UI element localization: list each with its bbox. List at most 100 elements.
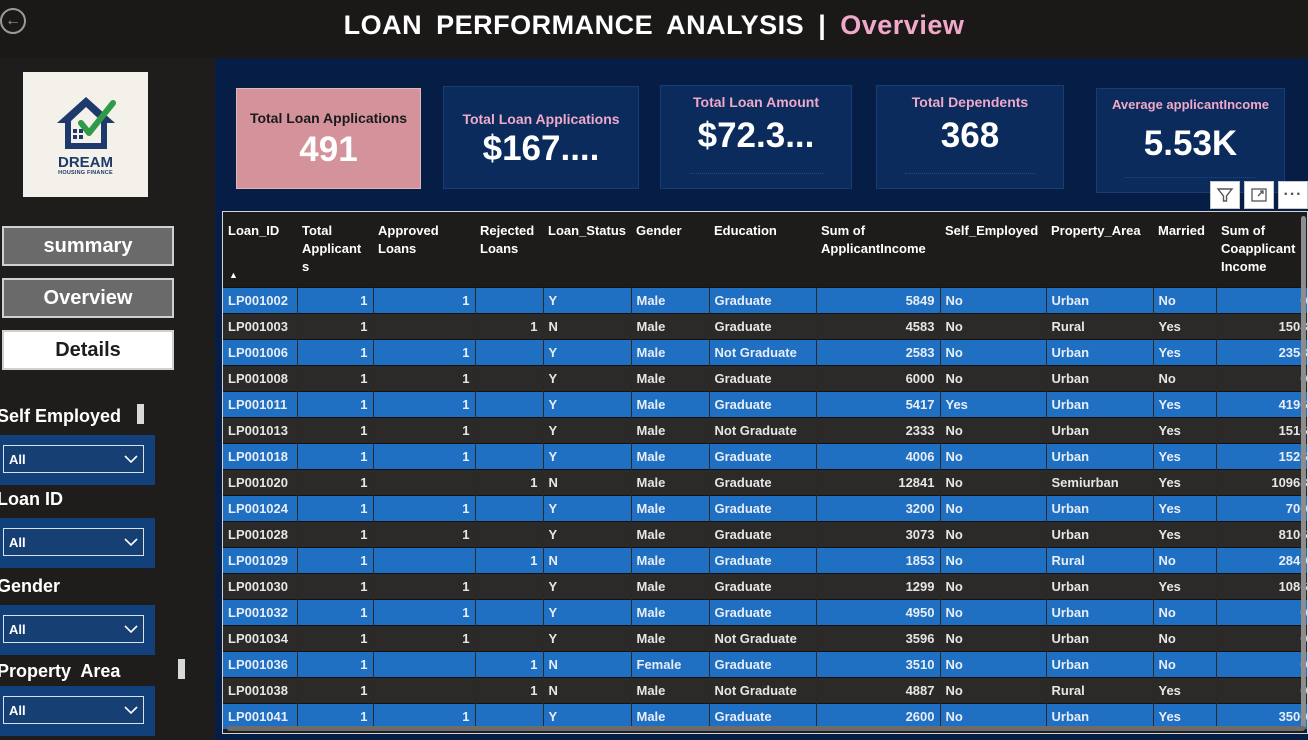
table-cell: 1 (373, 442, 476, 469)
column-header-rejected-loans[interactable]: Rejected Loans (475, 212, 543, 287)
chevron-down-icon (124, 455, 138, 464)
table-row[interactable]: LP00103611NFemaleGraduate3510NoUrbanNo0 (223, 650, 1307, 677)
table-row[interactable]: LP001028 1 1 Y Male Graduate 3073 No Urban Yes 810… (223, 520, 1307, 547)
column-header-applicant-income[interactable]: Sum of ApplicantIncome (816, 212, 940, 287)
table-cell: 1 (297, 624, 374, 651)
table-cell: Y (543, 286, 632, 313)
table-cell: Male (631, 546, 710, 573)
table-cell: LP001036 (223, 650, 298, 677)
table-cell: Yes (1153, 494, 1217, 521)
focus-mode-icon[interactable] (1244, 181, 1274, 209)
kpi-card-total-loan-amount[interactable]: Total Loan Amount $72.3... (660, 85, 852, 189)
table-cell: LP001024 (223, 494, 298, 521)
kpi-card-total-applications[interactable]: Total Loan Applications 491 (236, 88, 421, 189)
nav-overview-button[interactable]: Overview (2, 278, 174, 318)
table-cell: Semiurban (1046, 468, 1154, 495)
table-cell (475, 494, 544, 521)
property-area-dropdown[interactable]: All (3, 696, 144, 724)
table-cell: LP001030 (223, 572, 298, 599)
kpi-title: Total Loan Applications (462, 111, 620, 127)
details-table[interactable]: Loan_ID Total Applicant s Approved Loans… (222, 211, 1308, 734)
table-row[interactable]: LP001030 1 1 Y Male Graduate 1299 No Urban Yes 108… (223, 572, 1307, 599)
table-cell: Male (631, 364, 710, 391)
table-cell: 1 (373, 598, 476, 625)
kpi-footnote (689, 172, 823, 174)
table-cell: 12841 (816, 468, 941, 495)
column-header-gender[interactable]: Gender (631, 212, 709, 287)
loan-id-dropdown[interactable]: All (3, 528, 144, 556)
table-row[interactable]: LP001018 1 1 Y Male Graduate 4006 No Urban Yes 152… (223, 442, 1307, 469)
table-cell: Y (543, 624, 632, 651)
table-cell: 5417 (816, 390, 941, 417)
self-employed-value: All (9, 451, 26, 467)
table-cell: Urban (1046, 442, 1154, 469)
title-main: LOAN PERFORMANCE ANALYSIS | (343, 10, 827, 40)
column-header-education[interactable]: Education (709, 212, 816, 287)
column-header-loan-id[interactable]: Loan_ID (223, 212, 297, 287)
table-row[interactable]: LP001029 1 1 N Male Graduate 1853 No Rural No 2840 (223, 546, 1307, 573)
table-row[interactable]: LP001034 1 1 Y Male Not Graduate 3596 No Urban No… (223, 624, 1307, 651)
property-area-value: All (9, 702, 26, 718)
table-cell: 3596 (816, 624, 941, 651)
table-cell: Urban (1046, 494, 1154, 521)
self-employed-dropdown[interactable]: All (3, 445, 144, 473)
column-header-total-applicants[interactable]: Total Applicant s (297, 212, 373, 287)
table-cell: 1 (373, 572, 476, 599)
table-cell: No (940, 338, 1047, 365)
gender-dropdown[interactable]: All (3, 615, 144, 643)
nav-details-button[interactable]: Details (2, 330, 174, 370)
more-options-icon[interactable]: ··· (1278, 181, 1308, 209)
table-cell: Y (543, 338, 632, 365)
column-header-property-area[interactable]: Property_Area (1046, 212, 1153, 287)
table-row[interactable]: LP00100211YMaleGraduate5849NoUrbanNo0 (223, 286, 1307, 313)
table-cell: 4887 (816, 676, 941, 703)
vertical-scrollbar[interactable] (1301, 216, 1306, 728)
column-header-approved-loans[interactable]: Approved Loans (373, 212, 475, 287)
table-header-row: Loan_ID Total Applicant s Approved Loans… (223, 212, 1307, 287)
table-cell: 1 (297, 286, 374, 313)
table-cell: LP001002 (223, 286, 298, 313)
table-cell: 1 (475, 676, 544, 703)
table-row[interactable]: LP00100811YMaleGraduate6000NoUrbanNo0 (223, 364, 1307, 391)
table-cell: Graduate (709, 572, 817, 599)
table-cell: 1 (297, 468, 374, 495)
filter-scroll-self-employed[interactable] (137, 404, 144, 424)
table-cell: 1526 (1216, 442, 1307, 469)
table-cell: 1 (297, 520, 374, 547)
horizontal-scrollbar[interactable] (227, 726, 1305, 731)
table-cell: Male (631, 598, 710, 625)
kpi-card-loan-applications-amount[interactable]: Total Loan Applications $167.... (443, 86, 639, 189)
table-cell: 4950 (816, 598, 941, 625)
kpi-footnote (904, 172, 1036, 174)
table-row[interactable]: LP001024 1 1 Y Male Graduate 3200 No Urban Yes 700 (223, 494, 1307, 521)
table-row[interactable]: LP001011 1 1 Y Male Graduate 5417 Yes Urban Yes 41… (223, 390, 1307, 417)
table-cell: Not Graduate (709, 338, 817, 365)
column-header-coapplicant-income[interactable]: Sum of Coapplicant Income (1216, 212, 1307, 287)
table-cell: LP001038 (223, 676, 298, 703)
table-row[interactable]: LP001013 1 1 Y Male Not Graduate 2333 No Urban Ye… (223, 416, 1307, 443)
table-cell (475, 286, 544, 313)
column-header-loan-status[interactable]: Loan_Status (543, 212, 631, 287)
table-row[interactable]: LP001003 1 1 N Male Graduate 4583 No Rural Yes 150… (223, 312, 1307, 339)
table-row[interactable]: LP001020 1 1 N Male Graduate 12841 No Semiurban Y… (223, 468, 1307, 495)
filter-icon[interactable] (1210, 181, 1240, 209)
column-header-self-employed[interactable]: Self_Employed (940, 212, 1046, 287)
filter-scroll-property-area[interactable] (178, 659, 185, 679)
table-cell: Yes (1153, 520, 1217, 547)
table-cell: Y (543, 364, 632, 391)
table-cell: Male (631, 572, 710, 599)
table-cell: 4006 (816, 442, 941, 469)
table-cell (373, 312, 476, 339)
kpi-card-total-dependents[interactable]: Total Dependents 368 (876, 85, 1064, 189)
table-cell: LP001013 (223, 416, 298, 443)
table-row[interactable]: LP00103211YMaleGraduate4950NoUrbanNo0 (223, 598, 1307, 625)
column-header-married[interactable]: Married (1153, 212, 1216, 287)
table-cell: Y (543, 598, 632, 625)
table-row[interactable]: LP001038 1 1 N Male Not Graduate 4887 No Rural Ye… (223, 676, 1307, 703)
table-cell: Yes (1153, 468, 1217, 495)
logo-brand: DREAM (58, 154, 113, 171)
kpi-value: $72.3... (697, 116, 815, 155)
kpi-card-average-income[interactable]: Average applicantIncome 5.53K (1096, 88, 1285, 193)
table-row[interactable]: LP001006 1 1 Y Male Not Graduate 2583 No Urban Ye… (223, 338, 1307, 365)
nav-summary-button[interactable]: summary (2, 226, 174, 266)
